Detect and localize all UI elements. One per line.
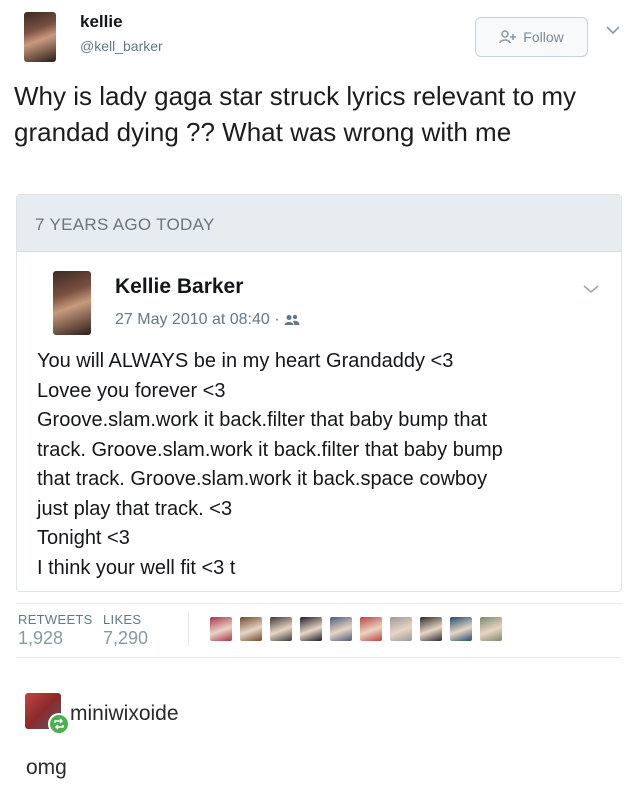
likes-count[interactable]: 7,290 xyxy=(103,628,148,649)
reblog-username[interactable]: miniwixoide xyxy=(70,702,179,726)
display-name[interactable]: kellie xyxy=(80,12,123,32)
liker-avatars xyxy=(210,617,502,641)
user-avatar[interactable] xyxy=(24,12,56,62)
post-line: You will ALWAYS be in my heart Grandaddy… xyxy=(37,350,454,372)
memory-header-text: 7 YEARS AGO TODAY xyxy=(35,215,215,234)
post-body: You will ALWAYS be in my heart Grandaddy… xyxy=(37,347,607,583)
post-line: track. Groove.slam.work it back.filter t… xyxy=(37,438,503,461)
chevron-down-icon[interactable] xyxy=(583,281,599,299)
likes-label[interactable]: LIKES xyxy=(103,612,141,627)
post-line: just play that track. <3 xyxy=(37,497,233,520)
liker-avatar[interactable] xyxy=(390,617,412,641)
reblog-comment: omg xyxy=(26,756,67,779)
liker-avatar[interactable] xyxy=(330,617,352,641)
retweets-label[interactable]: RETWEETS xyxy=(18,612,93,627)
chevron-down-icon[interactable] xyxy=(606,22,620,38)
memory-card: 7 YEARS AGO TODAY Kellie Barker 27 May 2… xyxy=(16,194,622,592)
post-meta: 27 May 2010 at 08:40 · xyxy=(115,311,300,329)
liker-avatar[interactable] xyxy=(450,617,472,641)
tweet-text: Why is lady gaga star struck lyrics rele… xyxy=(14,81,577,147)
add-user-icon xyxy=(499,30,517,44)
post-line: Groove.slam.work it back.filter that bab… xyxy=(37,409,488,431)
liker-avatar[interactable] xyxy=(480,617,502,641)
user-handle[interactable]: @kell_barker xyxy=(80,38,163,54)
post-line: I think your well fit <3 t xyxy=(37,556,236,579)
liker-avatar[interactable] xyxy=(270,617,292,641)
friends-icon xyxy=(284,314,300,325)
liker-avatar[interactable] xyxy=(420,617,442,641)
follow-button[interactable]: Follow xyxy=(475,17,588,57)
divider xyxy=(16,657,622,658)
post-date[interactable]: 27 May 2010 at 08:40 xyxy=(115,311,270,328)
meta-separator: · xyxy=(274,311,280,328)
reblog-icon xyxy=(48,713,70,735)
liker-avatar[interactable] xyxy=(360,617,382,641)
post-avatar[interactable] xyxy=(53,271,91,335)
follow-label: Follow xyxy=(523,29,564,45)
liker-avatar[interactable] xyxy=(300,617,322,641)
liker-avatar[interactable] xyxy=(210,617,232,641)
stats-separator xyxy=(188,612,189,646)
liker-avatar[interactable] xyxy=(240,617,262,641)
retweets-count[interactable]: 1,928 xyxy=(18,628,63,649)
memory-header: 7 YEARS AGO TODAY xyxy=(17,195,621,252)
post-line: Lovee you forever <3 xyxy=(37,379,226,402)
post-author-name[interactable]: Kellie Barker xyxy=(115,275,243,299)
post-line: that track. Groove.slam.work it back.spa… xyxy=(37,468,488,490)
post-line: Tonight <3 xyxy=(37,527,130,549)
divider xyxy=(16,603,622,604)
